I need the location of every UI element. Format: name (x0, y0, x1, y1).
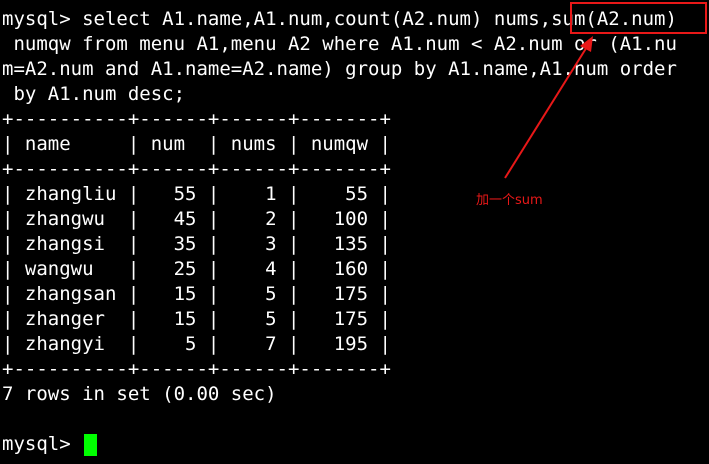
arrow-head (580, 36, 593, 52)
annotation-label: 加一个sum (476, 193, 543, 208)
annotation-arrow (504, 36, 593, 179)
arrow-shaft (504, 41, 591, 179)
